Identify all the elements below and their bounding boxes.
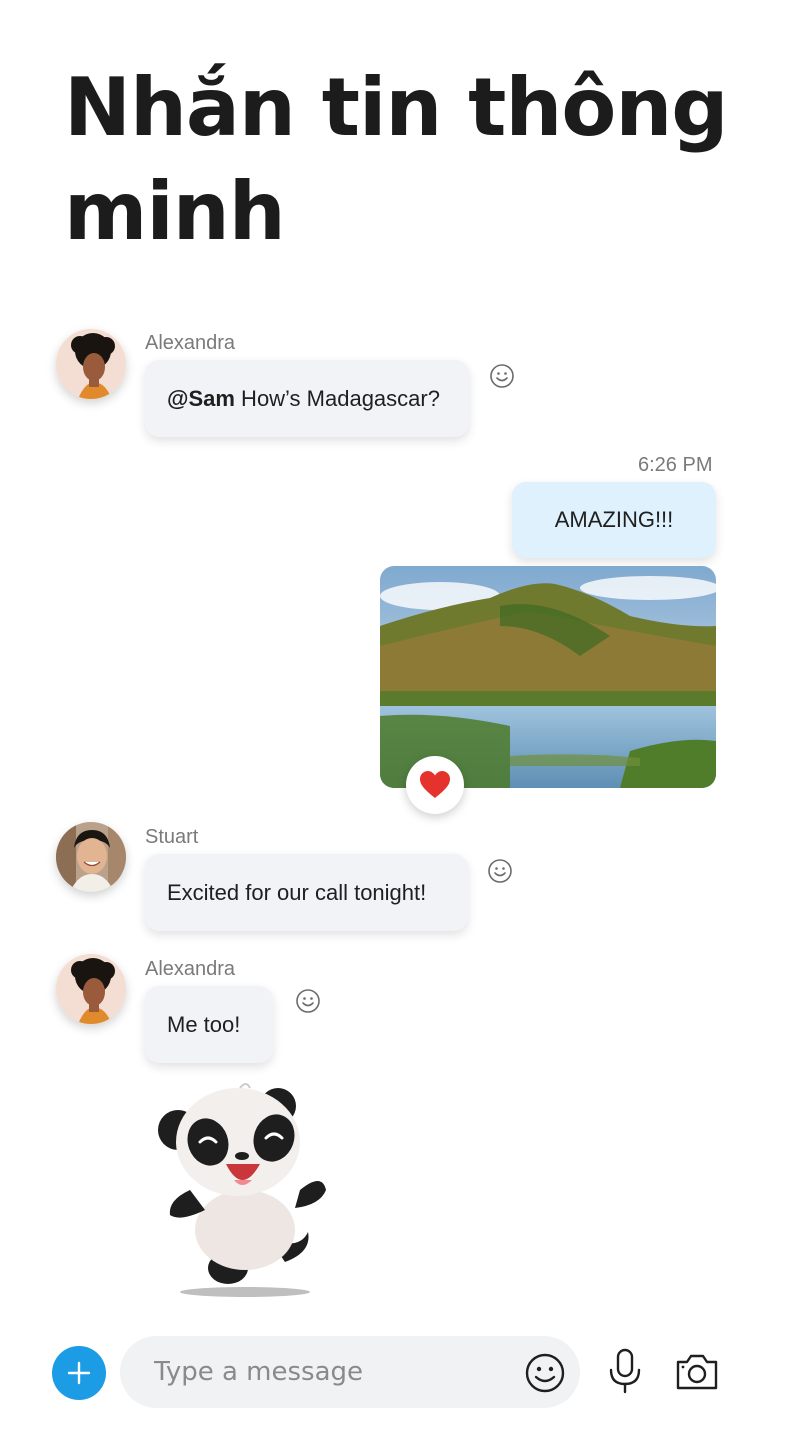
microphone-icon[interactable] [604, 1348, 646, 1394]
message-timestamp: 6:26 PM [638, 454, 713, 476]
page-title: Nhắn tin thông minh [64, 61, 729, 258]
smiley-reaction-icon[interactable] [295, 988, 321, 1014]
emoji-icon[interactable] [524, 1352, 566, 1394]
avatar-stuart[interactable] [56, 822, 126, 892]
message-text: Me too! [167, 1011, 241, 1037]
smiley-reaction-icon[interactable] [487, 858, 513, 884]
smiley-reaction-icon[interactable] [489, 363, 515, 389]
message-input[interactable] [152, 1356, 496, 1388]
sender-name: Alexandra [145, 332, 236, 354]
avatar-alexandra[interactable] [56, 329, 126, 399]
message-bubble[interactable]: Excited for our call tonight! [145, 854, 468, 931]
panda-sticker[interactable] [150, 1080, 340, 1300]
camera-icon[interactable] [674, 1350, 720, 1392]
message-bubble[interactable]: Me too! [145, 986, 273, 1063]
mention[interactable]: @Sam [167, 386, 235, 412]
heart-icon [420, 771, 450, 798]
sender-name: Stuart [145, 826, 199, 848]
message-input-container [120, 1336, 580, 1408]
my-message-bubble[interactable]: AMAZING!!! [512, 482, 716, 558]
heart-reaction-badge[interactable] [406, 756, 464, 814]
add-button[interactable] [52, 1346, 106, 1400]
add-icon [67, 1361, 91, 1385]
message-text: How’s Madagascar? [234, 385, 440, 411]
avatar-alexandra[interactable] [56, 954, 126, 1024]
shared-photo[interactable] [380, 566, 716, 788]
message-bubble[interactable]: @Sam How’s Madagascar? [145, 360, 469, 437]
message-text: Excited for our call tonight! [167, 879, 427, 905]
message-text: AMAZING!!! [554, 507, 674, 532]
message-composer [0, 1330, 810, 1414]
sender-name: Alexandra [145, 958, 236, 980]
